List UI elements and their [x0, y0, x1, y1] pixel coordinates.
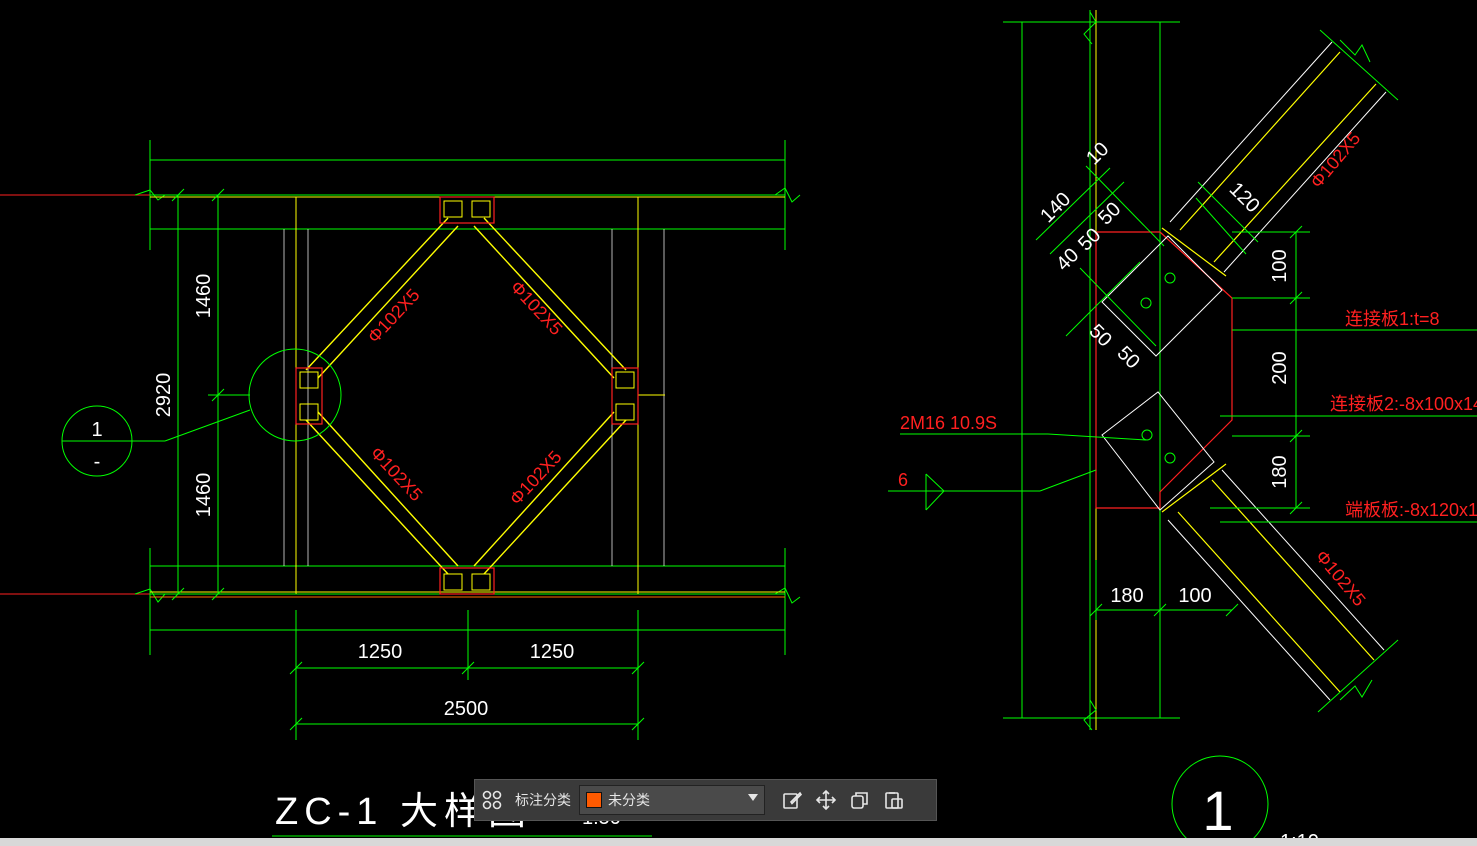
copy-icon[interactable]	[843, 783, 877, 817]
member-label-upper-right: Φ102X5	[506, 277, 566, 339]
dim-right-40: 40	[1052, 244, 1083, 275]
dim-vertical-upper: 1460	[193, 274, 215, 319]
dim-vertical-total: 2920	[153, 373, 175, 418]
grid-icon[interactable]	[475, 783, 509, 817]
dim-right-120: 120	[1225, 178, 1264, 217]
dim-right-140: 140	[1036, 188, 1075, 227]
dim-horizontal-right: 1250	[530, 641, 575, 663]
dim-right-50c: 50	[1085, 320, 1116, 351]
dim-horizontal-total: 2500	[444, 698, 489, 720]
note-plate1: 连接板1:t=8	[1345, 309, 1440, 329]
dim-right-10: 10	[1082, 138, 1113, 169]
status-bar	[0, 838, 1477, 846]
dim-right-100-vertical: 100	[1269, 249, 1291, 282]
detail-number: 1	[1202, 779, 1233, 842]
member-label-upper-left: Φ102X5	[364, 285, 424, 347]
paste-icon[interactable]	[877, 783, 911, 817]
note-bolts: 2M16 10.9S	[900, 413, 997, 433]
dim-right-50b: 50	[1074, 224, 1105, 255]
dim-vertical-lower: 1460	[193, 473, 215, 518]
member-label-lower-right: Φ102X5	[506, 447, 566, 509]
category-select[interactable]: 未分类	[579, 785, 765, 815]
chevron-down-icon	[748, 794, 758, 801]
dim-right-50d: 50	[1113, 342, 1144, 373]
callout-sheet: -	[94, 451, 101, 473]
category-label: 标注分类	[515, 793, 571, 809]
dim-right-180-vertical: 180	[1269, 455, 1291, 488]
left-view: 1460 2920 1460 1250 1250 2500 Φ102X5 Φ10…	[0, 140, 801, 837]
callout-number: 1	[91, 419, 102, 441]
right-view: 10 140 50 40 50 50 50 120 100 200 180 18…	[888, 10, 1477, 846]
note-end-plate: 端板板:-8x120x120	[1345, 500, 1477, 520]
dim-right-100-horizontal: 100	[1178, 585, 1211, 607]
dim-right-180-horizontal: 180	[1110, 585, 1143, 607]
note-weld: 6	[898, 470, 908, 490]
category-value: 未分类	[608, 793, 650, 809]
edit-icon[interactable]	[775, 783, 809, 817]
dim-horizontal-left: 1250	[358, 641, 403, 663]
dim-right-50a: 50	[1094, 198, 1125, 229]
note-plate2: 连接板2:-8x100x140	[1330, 394, 1477, 414]
category-color-swatch	[586, 792, 602, 808]
move-icon[interactable]	[809, 783, 843, 817]
dim-right-200-vertical: 200	[1269, 351, 1291, 384]
member-label-upper-brace: Φ102X5	[1306, 128, 1364, 192]
cad-drawing-canvas[interactable]: 1460 2920 1460 1250 1250 2500 Φ102X5 Φ10…	[0, 0, 1477, 846]
annotation-toolbar: 标注分类 未分类	[474, 779, 937, 821]
